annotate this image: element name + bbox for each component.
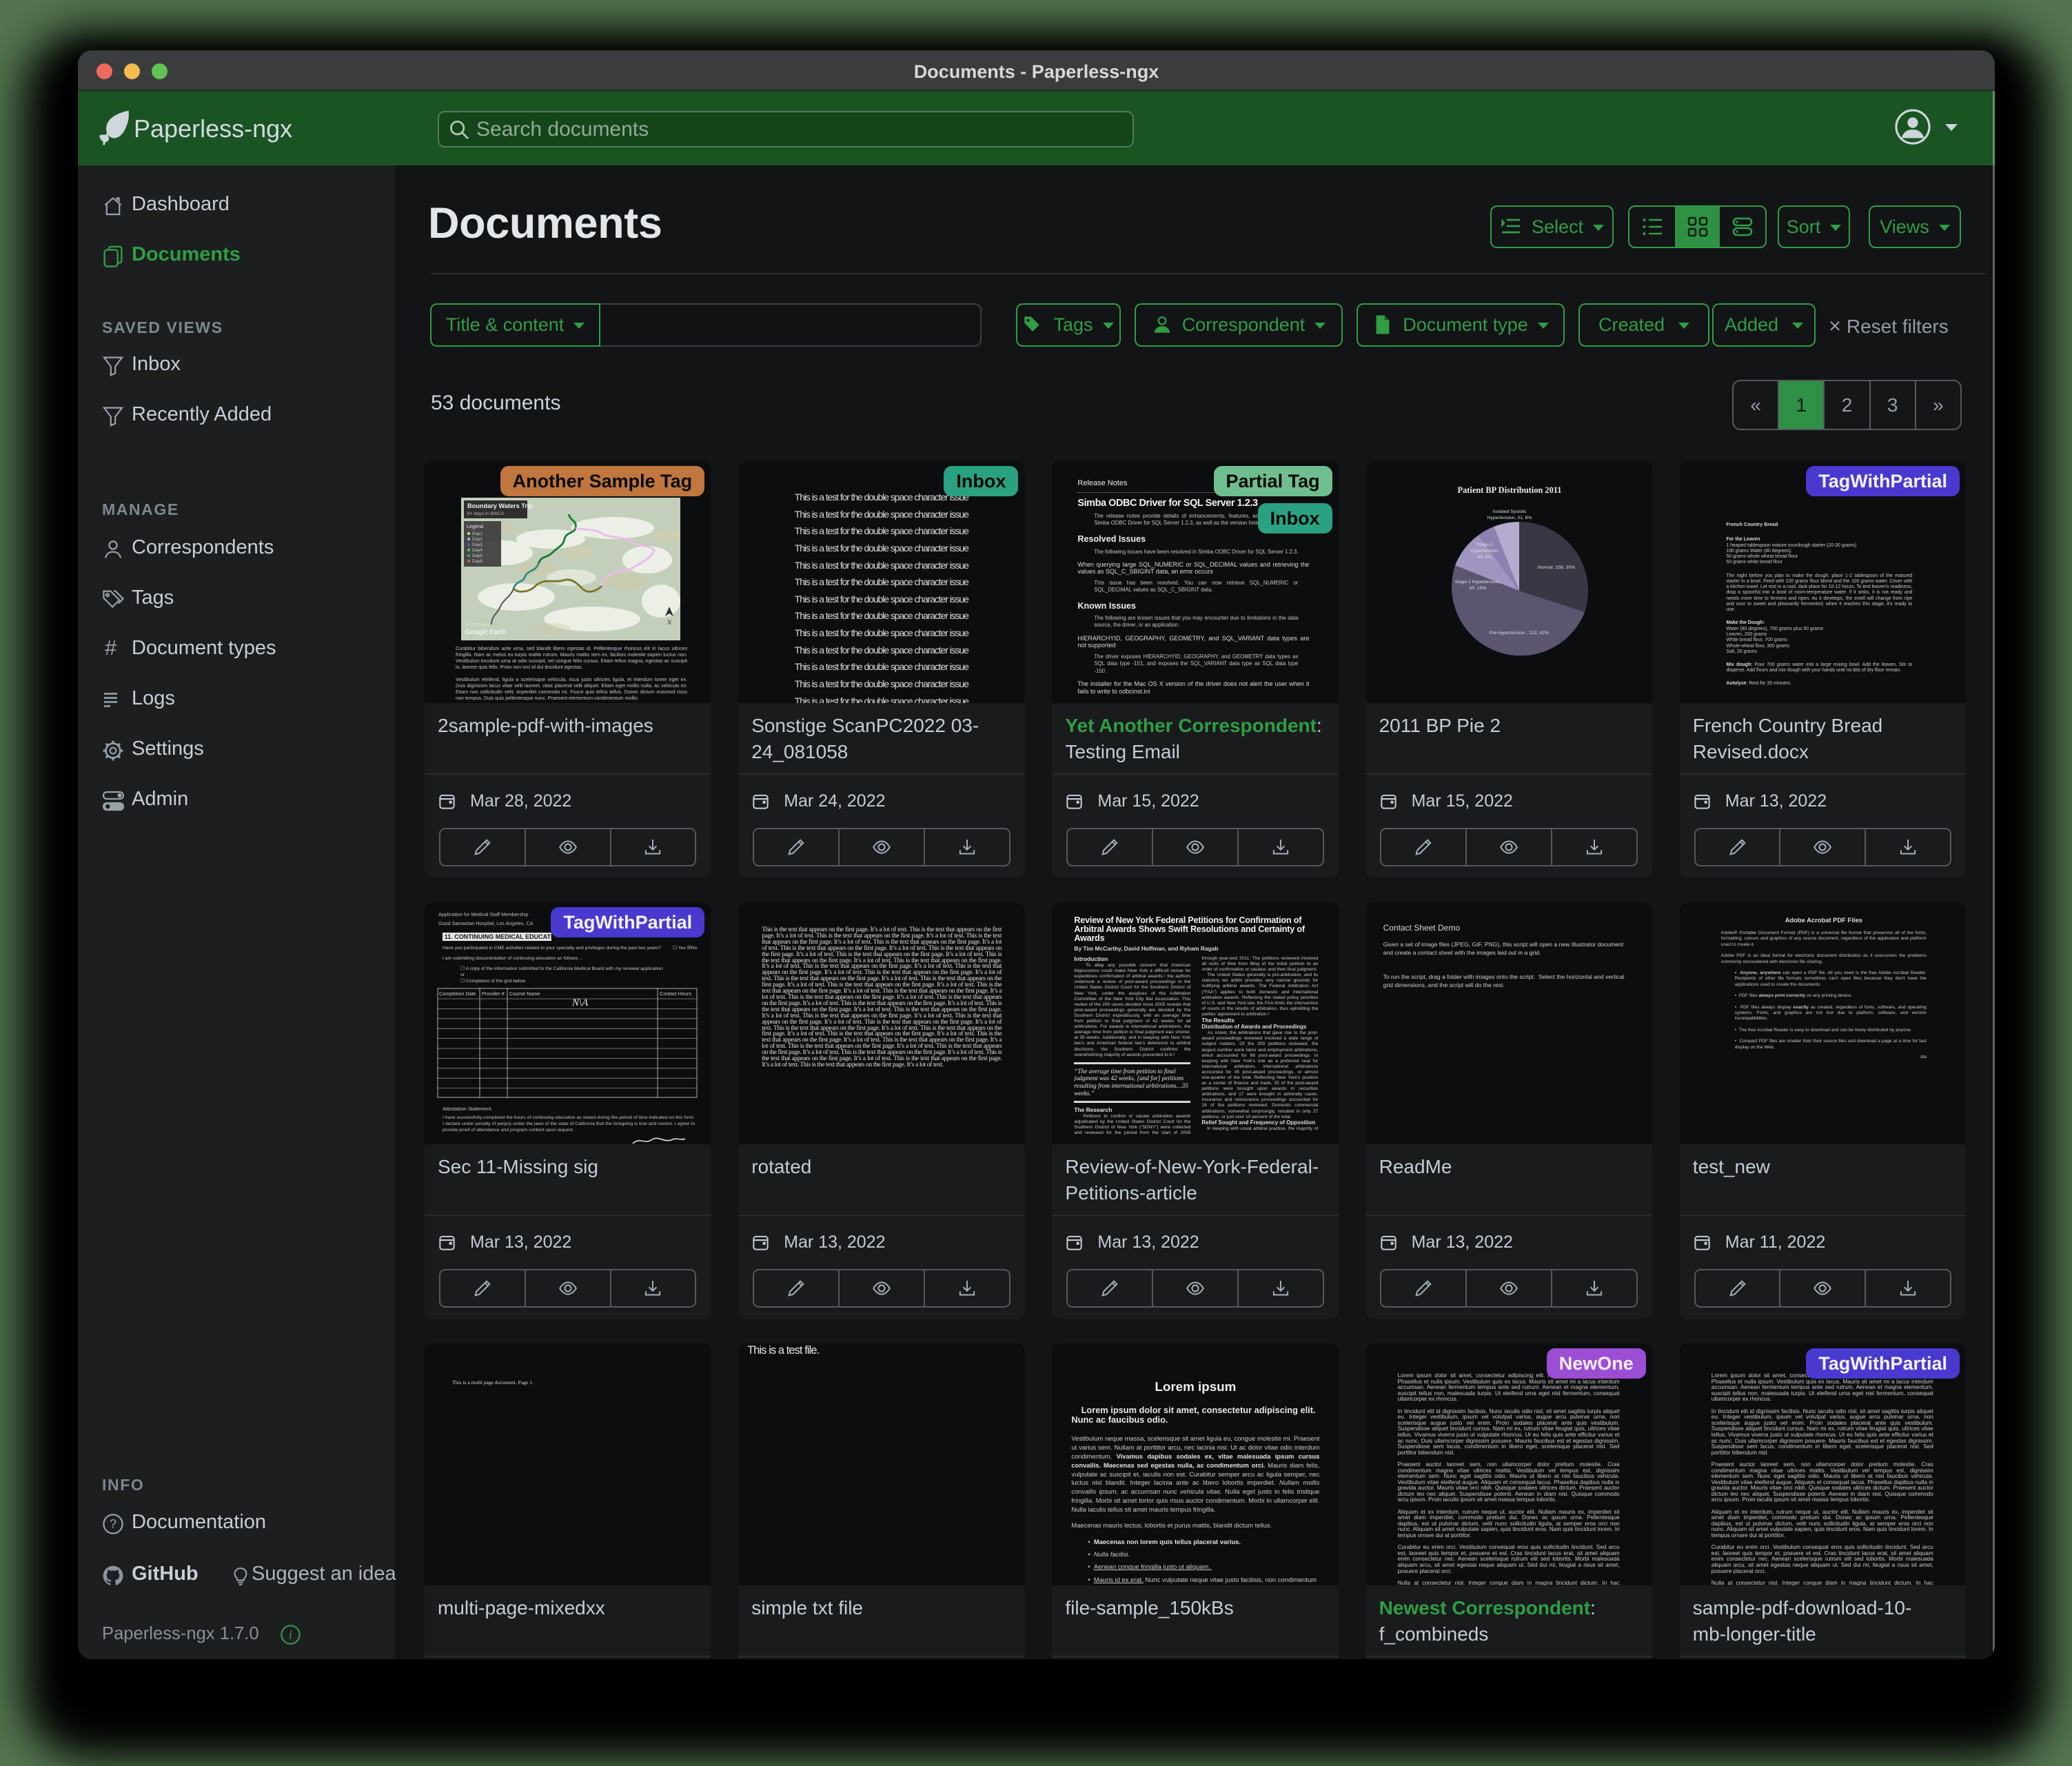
svg-text:Provider #: Provider #: [482, 991, 505, 997]
svg-text:Course Name: Course Name: [509, 991, 540, 997]
svg-text:Day1: Day1: [472, 531, 483, 536]
svg-text:Stage 1 Hypertension,: Stage 1 Hypertension,: [1454, 580, 1501, 585]
svg-text:Isolated Systolic: Isolated Systolic: [1492, 509, 1527, 514]
svg-text:Hypertension,: Hypertension,: [1470, 549, 1499, 554]
svg-text:Stage 2: Stage 2: [1476, 542, 1493, 547]
svg-text:Contact Hours: Contact Hours: [660, 991, 691, 997]
svg-text:Patient BP Distribution 2011: Patient BP Distribution 2011: [1457, 485, 1561, 495]
svg-text:Boundary Waters Trip: Boundary Waters Trip: [467, 503, 534, 509]
svg-text:N: N: [667, 619, 672, 626]
svg-text:?: ?: [110, 1517, 116, 1531]
svg-text:Day2: Day2: [472, 537, 483, 542]
svg-text:© 2022 Google: © 2022 Google: [465, 622, 489, 627]
svg-text:N\A: N\A: [571, 997, 589, 1008]
svg-text:Hypertension, 31, 6%: Hypertension, 31, 6%: [1487, 516, 1532, 520]
svg-text:Google Earth: Google Earth: [465, 629, 506, 636]
svg-text:Day5: Day5: [472, 554, 483, 558]
svg-text:i: i: [289, 1627, 292, 1642]
svg-text:44, 9%: 44, 9%: [1477, 555, 1492, 560]
svg-text:6+ days in BWCA: 6+ days in BWCA: [467, 511, 505, 516]
svg-text:65, 13%: 65, 13%: [1469, 586, 1486, 591]
svg-text:Legend: Legend: [467, 523, 483, 529]
svg-text:Day3: Day3: [472, 542, 483, 547]
svg-text:Day4: Day4: [472, 548, 483, 553]
svg-text:Normal, 158, 30%: Normal, 158, 30%: [1537, 565, 1574, 570]
svg-text:Completion Date: Completion Date: [439, 991, 476, 997]
svg-text:Pre-hypertension , 212, 42%: Pre-hypertension , 212, 42%: [1490, 631, 1549, 636]
svg-text:Day6: Day6: [472, 559, 483, 564]
